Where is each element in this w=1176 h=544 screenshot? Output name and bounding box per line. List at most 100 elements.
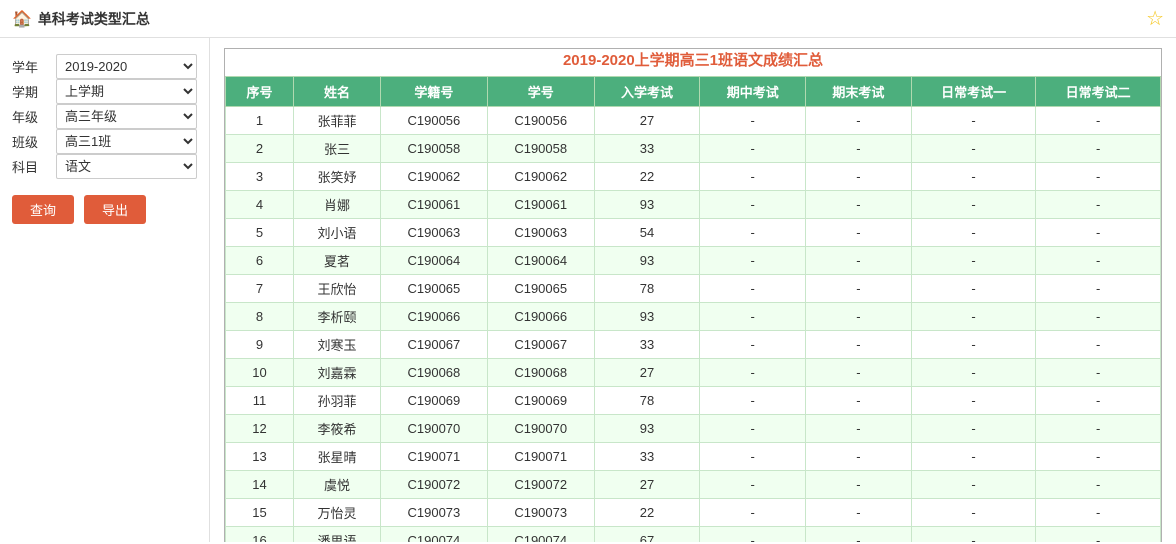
- col-header: 期末考试: [806, 77, 912, 107]
- table-cell: C190071: [380, 443, 487, 471]
- table-cell: -: [806, 107, 912, 135]
- table-cell: C190069: [380, 387, 487, 415]
- table-row: 1张菲菲C190056C19005627----: [226, 107, 1161, 135]
- table-cell: 7: [226, 275, 294, 303]
- table-cell: 2: [226, 135, 294, 163]
- form-select-2[interactable]: 高三年级高二年级高一年级: [56, 104, 197, 129]
- table-cell: -: [911, 499, 1036, 527]
- table-cell: 肖娜: [294, 191, 381, 219]
- table-cell: C190064: [487, 247, 594, 275]
- table-cell: -: [700, 219, 806, 247]
- table-row: 2张三C190058C19005833----: [226, 135, 1161, 163]
- table-cell: C190063: [487, 219, 594, 247]
- table-cell: -: [911, 443, 1036, 471]
- table-cell: -: [806, 359, 912, 387]
- table-cell: 张菲菲: [294, 107, 381, 135]
- table-cell: -: [806, 527, 912, 543]
- home-icon[interactable]: 🏠: [12, 9, 32, 29]
- form-row-2: 年级高三年级高二年级高一年级: [12, 104, 197, 129]
- table-cell: 10: [226, 359, 294, 387]
- table-cell: 78: [594, 275, 700, 303]
- table-row: 7王欣怡C190065C19006578----: [226, 275, 1161, 303]
- form-select-1[interactable]: 上学期下学期: [56, 79, 197, 104]
- main-content: 学年2019-20202018-2019学期上学期下学期年级高三年级高二年级高一…: [0, 38, 1176, 542]
- form-label-3: 班级: [12, 132, 48, 151]
- query-button[interactable]: 查询: [12, 195, 74, 224]
- table-cell: -: [700, 107, 806, 135]
- table-cell: 22: [594, 163, 700, 191]
- table-cell: 9: [226, 331, 294, 359]
- form-label-2: 年级: [12, 107, 48, 126]
- table-cell: -: [911, 191, 1036, 219]
- table-cell: -: [911, 163, 1036, 191]
- table-cell: 1: [226, 107, 294, 135]
- table-cell: 54: [594, 219, 700, 247]
- table-cell: C190073: [487, 499, 594, 527]
- table-cell: 13: [226, 443, 294, 471]
- export-button[interactable]: 导出: [84, 195, 146, 224]
- table-cell: C190073: [380, 499, 487, 527]
- col-header: 期中考试: [700, 77, 806, 107]
- sidebar: 学年2019-20202018-2019学期上学期下学期年级高三年级高二年级高一…: [0, 38, 210, 542]
- table-cell: C190065: [380, 275, 487, 303]
- table-row: 15万怡灵C190073C19007322----: [226, 499, 1161, 527]
- col-header: 日常考试二: [1036, 77, 1161, 107]
- table-cell: -: [1036, 163, 1161, 191]
- table-cell: -: [911, 275, 1036, 303]
- form-select-0[interactable]: 2019-20202018-2019: [56, 54, 197, 79]
- table-row: 4肖娜C190061C19006193----: [226, 191, 1161, 219]
- table-cell: 夏茗: [294, 247, 381, 275]
- table-cell: 93: [594, 303, 700, 331]
- table-cell: 11: [226, 387, 294, 415]
- table-cell: -: [700, 247, 806, 275]
- table-cell: C190070: [487, 415, 594, 443]
- table-cell: 93: [594, 191, 700, 219]
- action-buttons: 查询 导出: [12, 195, 197, 224]
- table-cell: C190061: [487, 191, 594, 219]
- table-cell: -: [806, 331, 912, 359]
- table-cell: -: [806, 499, 912, 527]
- table-cell: 刘嘉霖: [294, 359, 381, 387]
- table-cell: 张星晴: [294, 443, 381, 471]
- table-row: 3张笑妤C190062C19006222----: [226, 163, 1161, 191]
- table-cell: 4: [226, 191, 294, 219]
- table-cell: 27: [594, 471, 700, 499]
- table-row: 8李析颐C190066C19006693----: [226, 303, 1161, 331]
- star-icon[interactable]: ☆: [1146, 6, 1164, 31]
- table-cell: C190062: [380, 163, 487, 191]
- table-cell: 孙羽菲: [294, 387, 381, 415]
- app-header: 🏠 单科考试类型汇总 ☆: [0, 0, 1176, 38]
- table-cell: 刘小语: [294, 219, 381, 247]
- table-area: 2019-2020上学期高三1班语文成绩汇总 序号姓名学籍号学号入学考试期中考试…: [210, 38, 1176, 542]
- table-cell: 93: [594, 247, 700, 275]
- table-cell: -: [1036, 275, 1161, 303]
- table-cell: C190069: [487, 387, 594, 415]
- table-cell: -: [700, 331, 806, 359]
- table-cell: C190068: [380, 359, 487, 387]
- table-cell: C190074: [380, 527, 487, 543]
- table-title: 2019-2020上学期高三1班语文成绩汇总: [225, 49, 1161, 70]
- table-cell: C190070: [380, 415, 487, 443]
- table-cell: C190061: [380, 191, 487, 219]
- table-cell: 33: [594, 443, 700, 471]
- table-cell: -: [806, 303, 912, 331]
- table-cell: -: [911, 331, 1036, 359]
- table-cell: 15: [226, 499, 294, 527]
- form-label-1: 学期: [12, 82, 48, 101]
- table-cell: -: [806, 163, 912, 191]
- form-select-4[interactable]: 语文数学英语: [56, 154, 197, 179]
- form-row-3: 班级高三1班高三2班: [12, 129, 197, 154]
- table-cell: 张三: [294, 135, 381, 163]
- table-cell: -: [911, 247, 1036, 275]
- table-cell: -: [700, 163, 806, 191]
- table-cell: -: [806, 443, 912, 471]
- table-row: 10刘嘉霖C190068C19006827----: [226, 359, 1161, 387]
- table-cell: -: [911, 107, 1036, 135]
- table-cell: -: [1036, 359, 1161, 387]
- form-row-4: 科目语文数学英语: [12, 154, 197, 179]
- table-cell: 93: [594, 415, 700, 443]
- table-cell: -: [806, 219, 912, 247]
- form-select-3[interactable]: 高三1班高三2班: [56, 129, 197, 154]
- header-title-area: 🏠 单科考试类型汇总: [12, 9, 150, 29]
- table-cell: C190072: [380, 471, 487, 499]
